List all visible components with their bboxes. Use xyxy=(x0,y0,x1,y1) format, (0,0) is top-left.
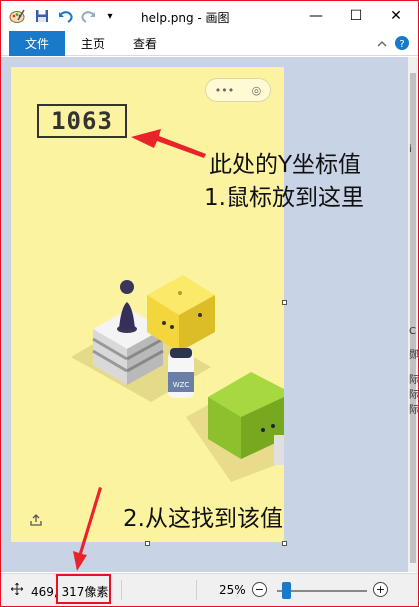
annotation-step-2: 2.从这找到该值 xyxy=(123,506,283,532)
customize-dropdown-icon[interactable]: ▾ xyxy=(102,8,118,24)
coordinates-highlight-box xyxy=(56,574,111,604)
help-icon[interactable]: ? xyxy=(394,35,410,51)
resize-handle[interactable] xyxy=(282,300,287,305)
annotation-y-value: 此处的Y坐标值 xyxy=(209,152,362,178)
bottle-label: WZC xyxy=(173,381,190,389)
maximize-button[interactable]: ☐ xyxy=(336,1,376,31)
close-button[interactable]: ✕ xyxy=(376,1,416,31)
svg-text:?: ? xyxy=(399,39,404,50)
tab-file[interactable]: 文件 xyxy=(9,31,65,56)
undo-icon[interactable] xyxy=(58,8,74,24)
player-piece xyxy=(117,280,137,333)
zoom-level: 25% xyxy=(219,583,246,597)
game-scene: WZC xyxy=(71,275,284,482)
paint-window: ▾ help.png - 画图 — ☐ ✕ 文件 主页 查看 ? 1063 ••… xyxy=(0,0,419,607)
window-title: help.png - 画图 xyxy=(141,11,230,25)
zoom-out-button[interactable]: − xyxy=(252,582,267,597)
canvas-area[interactable]: 1063 ••• ◎ WZC 此处的Y坐标值 1.鼠标放到这里 2.从这找到该值 xyxy=(1,57,408,572)
background-window-char: 际 xyxy=(409,375,419,386)
resize-handle[interactable] xyxy=(282,541,287,546)
background-window-char: 际 xyxy=(409,390,419,401)
background-window-char: 郧 xyxy=(409,350,419,361)
zoom-slider-thumb[interactable] xyxy=(282,582,291,599)
bottle-block: WZC xyxy=(168,348,194,398)
game-screenshot-image[interactable]: 1063 ••• ◎ WZC xyxy=(11,67,284,542)
save-icon[interactable] xyxy=(34,8,50,24)
paint-app-icon[interactable] xyxy=(9,8,25,24)
minimize-button[interactable]: — xyxy=(296,1,336,31)
ribbon-tab-bar: 文件 主页 查看 ? xyxy=(1,31,418,56)
tab-view[interactable]: 查看 xyxy=(123,31,167,56)
status-divider xyxy=(196,580,197,600)
background-window-char: i xyxy=(409,144,412,155)
resize-handle[interactable] xyxy=(145,541,150,546)
annotation-step-1: 1.鼠标放到这里 xyxy=(204,185,364,211)
zoom-in-button[interactable]: + xyxy=(373,582,388,597)
tab-home[interactable]: 主页 xyxy=(71,31,115,56)
title-bar: ▾ help.png - 画图 — ☐ ✕ xyxy=(1,1,418,31)
background-window-char: 际 xyxy=(409,405,419,416)
status-bar: 469, 317像素 25% − + xyxy=(1,573,418,606)
redo-icon[interactable] xyxy=(80,8,96,24)
share-icon[interactable] xyxy=(30,514,42,530)
vertical-scrollbar[interactable] xyxy=(408,57,418,572)
status-divider xyxy=(121,580,122,600)
background-window-char: C xyxy=(409,326,416,337)
chevron-up-icon[interactable] xyxy=(374,35,390,51)
cursor-position-icon xyxy=(10,582,24,599)
